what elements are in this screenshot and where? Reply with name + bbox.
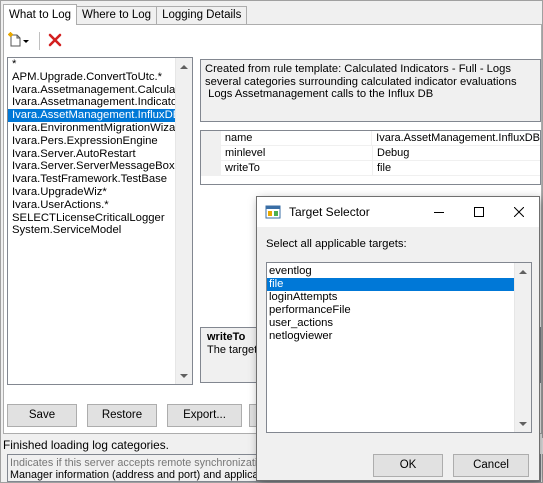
category-list-item[interactable]: Ivara.AssetManagement.InfluxDB <box>8 109 192 122</box>
dialog-title: Target Selector <box>289 205 370 219</box>
minimize-button[interactable] <box>419 197 459 227</box>
category-list-item[interactable]: Ivara.EnvironmentMigrationWizard <box>8 122 192 135</box>
target-list-item[interactable]: loginAttempts <box>267 291 514 304</box>
category-list-item[interactable]: Ivara.Server.AutoRestart <box>8 148 192 161</box>
target-list-item[interactable]: user_actions <box>267 317 514 330</box>
category-list-item[interactable]: Ivara.TestFramework.TestBase <box>8 173 192 186</box>
category-list-item[interactable]: Ivara.Assetmanagement.Calculated <box>8 84 192 97</box>
property-value[interactable]: Debug <box>373 146 540 161</box>
restore-button[interactable]: Restore <box>87 404 157 427</box>
category-list-item[interactable]: Ivara.Server.ServerMessageBoxCa <box>8 160 192 173</box>
property-value[interactable]: Ivara.AssetManagement.InfluxDB <box>372 131 540 146</box>
property-name: name <box>220 131 373 146</box>
tab-where-to-log[interactable]: Where to Log <box>76 6 158 25</box>
property-name: minlevel <box>221 146 373 161</box>
close-button[interactable] <box>499 197 539 227</box>
category-list-item[interactable]: Ivara.Pers.ExpressionEngine <box>8 135 192 148</box>
close-icon <box>514 207 524 217</box>
chevron-down-icon <box>22 39 29 43</box>
category-list[interactable]: * APM.Upgrade.ConvertToUtc.* Ivara.Assetma… <box>7 57 193 385</box>
property-row[interactable]: name Ivara.AssetManagement.InfluxDB <box>201 131 540 146</box>
toolbar <box>5 29 66 53</box>
property-row[interactable]: minlevel Debug <box>201 146 540 161</box>
maximize-icon <box>474 207 484 217</box>
target-list-item[interactable]: file <box>267 278 514 291</box>
target-list-item[interactable]: netlogviewer <box>267 330 514 343</box>
target-list-scrollbar[interactable] <box>514 263 531 432</box>
description-line-1: Created from rule template: Calculated I… <box>205 63 517 88</box>
scroll-down-button[interactable] <box>176 367 192 384</box>
property-row[interactable]: writeTo file <box>201 161 540 176</box>
category-list-item[interactable]: Ivara.UpgradeWiz* <box>8 186 192 199</box>
target-list[interactable]: eventlog file loginAttempts performanceFile… <box>266 262 532 433</box>
category-list-item[interactable]: SELECTLicenseCriticalLogger <box>8 212 192 225</box>
delete-category-button[interactable] <box>44 31 66 51</box>
new-category-button[interactable] <box>5 31 31 51</box>
tab-logging-details[interactable]: Logging Details <box>156 6 248 25</box>
save-button[interactable]: Save <box>7 404 77 427</box>
tab-what-to-log[interactable]: What to Log <box>3 4 78 25</box>
property-name: writeTo <box>221 161 373 176</box>
export-button[interactable]: Export... <box>167 404 242 427</box>
new-document-icon <box>7 32 22 50</box>
property-value[interactable]: file <box>373 161 540 176</box>
arrow-down-icon <box>180 373 188 378</box>
target-selector-dialog: Target Selector Select all applicable ta… <box>256 196 540 481</box>
category-list-item[interactable]: * <box>8 58 192 71</box>
delete-x-icon <box>48 33 62 50</box>
arrow-down-icon <box>519 421 527 426</box>
dialog-prompt: Select all applicable targets: <box>266 238 407 250</box>
category-list-item[interactable]: APM.Upgrade.ConvertToUtc.* <box>8 71 192 84</box>
scroll-up-button[interactable] <box>515 263 531 280</box>
category-list-item[interactable]: System.ServiceModel <box>8 224 192 237</box>
maximize-button[interactable] <box>459 197 499 227</box>
dialog-titlebar[interactable]: Target Selector <box>257 197 539 227</box>
category-list-item[interactable]: Ivara.UserActions.* <box>8 199 192 212</box>
description-box[interactable]: Created from rule template: Calculated I… <box>200 59 541 122</box>
category-list-item[interactable]: Ivara.Assetmanagement.Indicators <box>8 96 192 109</box>
toolbar-separator <box>39 32 40 50</box>
cancel-button[interactable]: Cancel <box>453 454 529 477</box>
property-grid[interactable]: name Ivara.AssetManagement.InfluxDB minl… <box>200 130 541 185</box>
arrow-up-icon <box>180 64 188 69</box>
ok-button[interactable]: OK <box>373 454 443 477</box>
scroll-up-button[interactable] <box>176 58 192 75</box>
category-list-scrollbar[interactable] <box>175 58 192 384</box>
scroll-down-button[interactable] <box>515 415 531 432</box>
tab-strip: What to Log Where to Log Logging Details <box>3 4 248 25</box>
target-list-item[interactable]: eventlog <box>267 265 514 278</box>
arrow-up-icon <box>519 269 527 274</box>
target-list-item[interactable]: performanceFile <box>267 304 514 317</box>
description-line-2: Logs Assetmanagement calls to the Influx… <box>205 88 434 100</box>
app-window-icon <box>265 204 281 220</box>
minimize-icon <box>434 212 444 213</box>
